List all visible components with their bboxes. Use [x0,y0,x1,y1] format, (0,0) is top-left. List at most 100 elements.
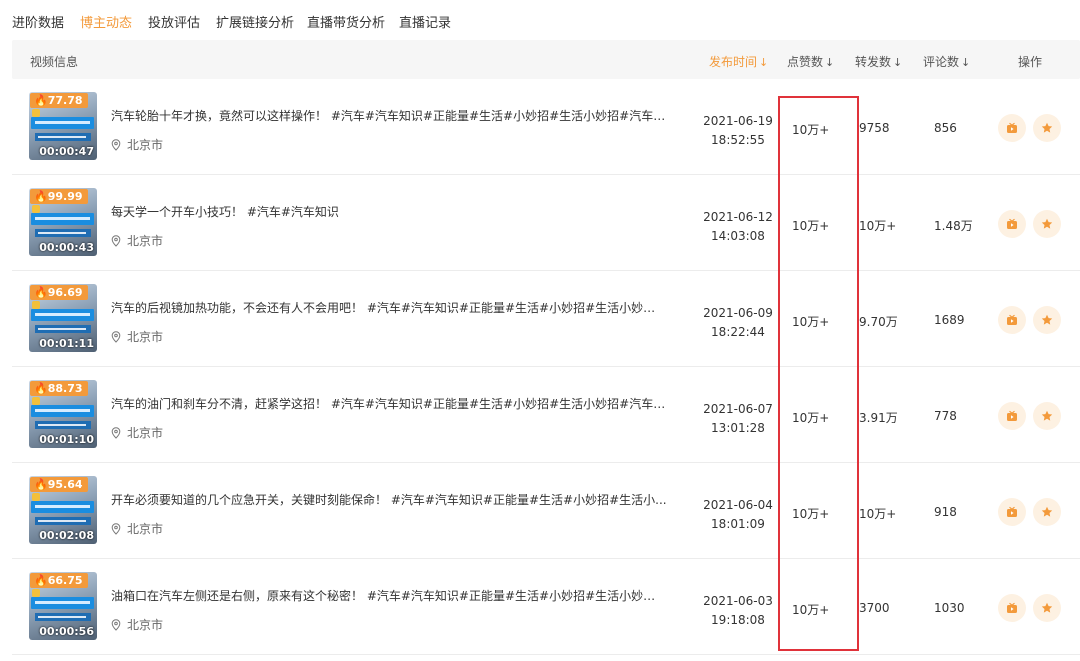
thumbnail-caption-bar [35,229,91,237]
video-icon [1007,122,1017,133]
score-value: 88.73 [47,382,83,395]
thumbnail-caption-bar [35,613,91,621]
video-title[interactable]: 油箱口在汽车左侧还是右侧，原来有这个秘密！ #汽车#汽车知识#正能量#生活#小妙… [111,587,667,604]
tab-extended-link-analysis[interactable]: 扩展链接分析 [216,12,294,31]
tab-placement-evaluation[interactable]: 投放评估 [148,12,200,31]
star-icon [1041,506,1053,517]
table-row: 🔥96.69 00:01:11 汽车的后视镜加热功能，不会还有人不会用吧！ #汽… [12,271,1080,367]
sort-down-arrow-icon: ↓ [961,56,971,69]
shares-count: 10万+ [859,507,897,521]
video-title[interactable]: 开车必须要知道的几个应急开关，关键时刻能保命！ #汽车#汽车知识#正能量#生活#… [111,491,667,508]
header-actions: 操作 [1018,55,1043,69]
score-value: 96.69 [47,286,83,299]
favorite-button[interactable] [1033,114,1061,142]
sticker-icon [32,109,40,117]
publish-date: 2021-06-07 [703,402,773,416]
comments-count: 778 [934,409,957,423]
video-thumbnail[interactable]: 🔥66.75 00:00:56 [29,572,97,640]
fire-icon: 🔥 [34,286,48,299]
table-header: 视频信息 发布时间 ↓ 点赞数 ↓ 转发数 ↓ 评论数 ↓ 操作 [12,40,1080,79]
publish-time: 2021-06-07 13:01:28 [688,400,788,438]
fire-icon: 🔥 [34,190,48,203]
publish-clock-time: 13:01:28 [711,421,765,435]
video-icon [1007,314,1017,325]
favorite-button[interactable] [1033,306,1061,334]
thumbnail-caption-bar [35,517,91,525]
video-thumbnail[interactable]: 🔥77.78 00:00:47 [29,92,97,160]
table-row: 🔥77.78 00:00:47 汽车轮胎十年才换，竟然可以这样操作！ #汽车#汽… [12,79,1080,175]
sort-down-arrow-icon: ↓ [759,56,769,69]
video-action-button[interactable] [998,114,1026,142]
table-row: 🔥66.75 00:00:56 油箱口在汽车左侧还是右侧，原来有这个秘密！ #汽… [12,559,1080,655]
publish-date: 2021-06-03 [703,594,773,608]
location-pin-icon [111,522,121,535]
video-icon [1007,506,1017,517]
video-title[interactable]: 汽车轮胎十年才换，竟然可以这样操作！ #汽车#汽车知识#正能量#生活#小妙招#生… [111,107,667,124]
video-location: 北京市 [111,616,163,633]
header-comments[interactable]: 评论数 ↓ [923,53,970,70]
favorite-button[interactable] [1033,594,1061,622]
score-value: 99.99 [47,190,83,203]
video-title[interactable]: 汽车的油门和刹车分不清，赶紧学这招！ #汽车#汽车知识#正能量#生活#小妙招#生… [111,395,667,412]
publish-time: 2021-06-09 18:22:44 [688,304,788,342]
video-action-button[interactable] [998,306,1026,334]
video-title[interactable]: 每天学一个开车小技巧！ #汽车#汽车知识 [111,203,667,220]
video-action-button[interactable] [998,498,1026,526]
sort-down-arrow-icon: ↓ [825,56,835,69]
score-badge: 🔥66.75 [30,573,88,588]
top-tabs: 进阶数据 博主动态 投放评估 扩展链接分析 直播带货分析 直播记录 [0,0,1080,42]
video-thumbnail[interactable]: 🔥99.99 00:00:43 [29,188,97,256]
thumbnail-caption-bar [35,133,91,141]
comments-count: 1030 [934,601,965,615]
publish-date: 2021-06-12 [703,210,773,224]
score-badge: 🔥77.78 [30,93,88,108]
video-action-button[interactable] [998,594,1026,622]
table-row: 🔥95.64 00:02:08 开车必须要知道的几个应急开关，关键时刻能保命！ … [12,463,1080,559]
shares-count: 9758 [859,121,890,135]
shares-count: 3700 [859,601,890,615]
star-icon [1041,314,1053,325]
header-video-info: 视频信息 [30,55,79,69]
publish-time: 2021-06-19 18:52:55 [688,112,788,150]
thumbnail-caption-bar [31,117,94,129]
publish-time: 2021-06-03 19:18:08 [688,592,788,630]
video-location: 北京市 [111,136,163,153]
likes-count: 10万+ [792,411,830,425]
score-value: 95.64 [47,478,83,491]
tab-live-sales-analysis[interactable]: 直播带货分析 [307,12,385,31]
likes-count: 10万+ [792,219,830,233]
video-duration: 00:02:08 [39,529,94,542]
favorite-button[interactable] [1033,498,1061,526]
publish-clock-time: 18:01:09 [711,517,765,531]
video-thumbnail[interactable]: 🔥88.73 00:01:10 [29,380,97,448]
header-publish-time[interactable]: 发布时间 ↓ [709,53,768,70]
star-icon [1041,602,1053,613]
video-title[interactable]: 汽车的后视镜加热功能，不会还有人不会用吧！ #汽车#汽车知识#正能量#生活#小妙… [111,299,667,316]
favorite-button[interactable] [1033,210,1061,238]
video-duration: 00:00:56 [39,625,94,638]
tab-live-records[interactable]: 直播记录 [399,12,451,31]
likes-count: 10万+ [792,603,830,617]
video-duration: 00:01:11 [39,337,94,350]
likes-count: 10万+ [792,123,830,137]
video-action-button[interactable] [998,210,1026,238]
location-text: 北京市 [127,138,164,152]
tab-blogger-updates[interactable]: 博主动态 [80,12,132,31]
video-thumbnail[interactable]: 🔥96.69 00:01:11 [29,284,97,352]
header-shares[interactable]: 转发数 ↓ [855,53,902,70]
tab-advanced-data[interactable]: 进阶数据 [12,12,64,31]
comments-count: 1.48万 [934,219,973,233]
video-thumbnail[interactable]: 🔥95.64 00:02:08 [29,476,97,544]
star-icon [1041,218,1053,229]
header-likes[interactable]: 点赞数 ↓ [787,53,834,70]
star-icon [1041,410,1053,421]
score-badge: 🔥95.64 [30,477,88,492]
video-location: 北京市 [111,328,163,345]
fire-icon: 🔥 [34,94,48,107]
video-action-button[interactable] [998,402,1026,430]
score-badge: 🔥88.73 [30,381,88,396]
score-badge: 🔥96.69 [30,285,88,300]
shares-count: 9.70万 [859,315,898,329]
favorite-button[interactable] [1033,402,1061,430]
fire-icon: 🔥 [34,382,48,395]
